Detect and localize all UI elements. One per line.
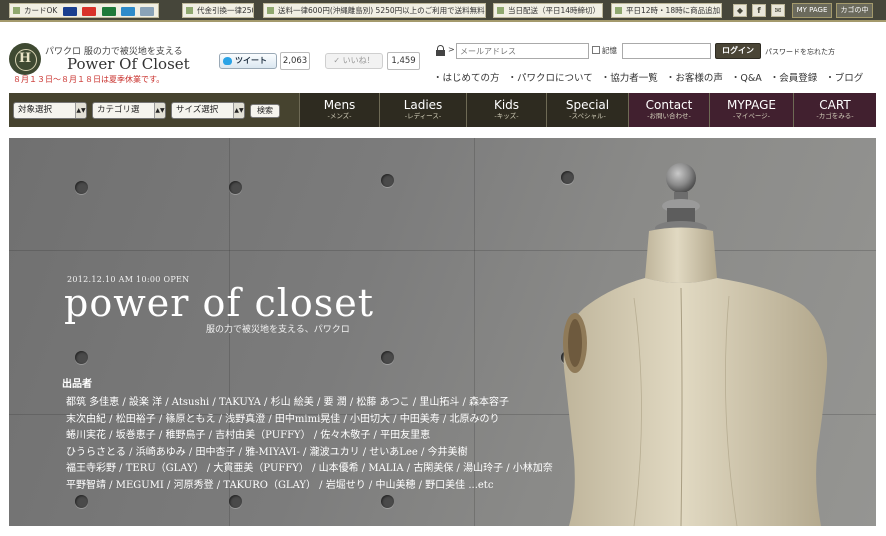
card-ok-badge: カードOK [9, 3, 159, 18]
sub-navigation: はじめての方 パワクロについて 協力者一覧 お客様の声 Q&A 会員登録 ブログ [433, 70, 864, 84]
master-card-icon [82, 6, 97, 16]
nav-mens-label: Mens [323, 98, 356, 112]
forgot-password-link[interactable]: パスワードを忘れた方 [765, 47, 835, 57]
like-count: 1,459 [387, 52, 420, 70]
search-area: 対象選択 ▲▼ カテゴリ選 ▲▼ サイズ選択 ▲▼ 検索 [9, 93, 299, 127]
nav-mypage-label: MYPAGE [726, 98, 777, 112]
select-arrow-icon: ▲▼ [233, 103, 244, 118]
main-navbar: 対象選択 ▲▼ カテゴリ選 ▲▼ サイズ選択 ▲▼ 検索 Mens -メンズ- L… [9, 93, 876, 127]
cod-text: 代金引換一律250円 [197, 6, 253, 15]
nav-mens-sub: -メンズ- [327, 112, 352, 120]
mail-icon[interactable]: ✉ [771, 4, 785, 17]
subnav-voices[interactable]: お客様の声 [666, 70, 723, 84]
subnav-partners[interactable]: 協力者一覧 [601, 70, 658, 84]
nav-contact-label: Contact [645, 98, 693, 112]
nav-ladies[interactable]: Ladies -レディース- [379, 93, 466, 127]
nav-mypage-sub: -マイページ- [732, 112, 771, 120]
hero-title: power of closet [64, 281, 375, 325]
artists-line: 蜷川実花 / 坂巻恵子 / 稚野鳥子 / 吉村由美（PUFFY） / 佐々木敬子… [66, 430, 431, 442]
subnav-blog[interactable]: ブログ [825, 70, 864, 84]
email-field[interactable] [456, 43, 589, 59]
size-select[interactable]: サイズ選択 ▲▼ [171, 102, 245, 119]
tweet-count: 2,063 [280, 52, 310, 70]
nav-kids[interactable]: Kids -キッズ- [466, 93, 546, 127]
nav-kids-sub: -キッズ- [494, 112, 519, 120]
nav-mens[interactable]: Mens -メンズ- [299, 93, 379, 127]
category-select-value: カテゴリ選 [97, 105, 140, 115]
login-button[interactable]: ログイン [715, 43, 761, 59]
nav-contact[interactable]: Contact -お問い合わせ- [628, 93, 709, 127]
cart-top-button[interactable]: カゴの中 [836, 3, 873, 18]
password-field[interactable] [622, 43, 711, 59]
subnav-about[interactable]: パワクロについて [508, 70, 593, 84]
sameday-text: 当日配送（平日14時締切） [508, 6, 601, 15]
select-arrow-icon: ▲▼ [75, 103, 86, 118]
nav-mypage[interactable]: MYPAGE -マイページ- [709, 93, 793, 127]
subnav-register[interactable]: 会員登録 [770, 70, 817, 84]
hero-banner[interactable]: 2012.12.10 AM 10:00 OPEN power of closet… [9, 138, 876, 526]
delivery-badge: 平日12時・18時に商品追加 [611, 3, 722, 18]
logo-name[interactable]: Power Of Closet [67, 55, 190, 73]
sameday-badge: 当日配送（平日14時締切） [493, 3, 603, 18]
artists-list: 都筑 多佳恵 / 設楽 洋 / Atsushi / TAKUYA / 杉山 絵美… [66, 395, 553, 495]
delivery-text: 平日12時・18時に商品追加 [626, 6, 721, 15]
shipping-text: 送料一律600円(沖縄離島別) 5250円以上のご利用で送料無料 [278, 6, 485, 15]
category-select[interactable]: カテゴリ選 ▲▼ [92, 102, 166, 119]
size-select-value: サイズ選択 [176, 105, 219, 115]
chevron-right-icon: > [448, 45, 455, 54]
select-arrow-icon: ▲▼ [154, 103, 165, 118]
search-button[interactable]: 検索 [250, 104, 280, 118]
tweet-label: ツイート [235, 56, 267, 65]
subnav-beginners[interactable]: はじめての方 [433, 70, 500, 84]
top-info-bar: カードOK 代金引換一律250円 送料一律600円(沖縄離島別) 5250円以上… [0, 0, 886, 22]
artists-line: 都筑 多佳恵 / 設楽 洋 / Atsushi / TAKUYA / 杉山 絵美… [66, 397, 510, 408]
diners-card-icon [140, 6, 155, 16]
holiday-notice: ８月１３日～８月１８日は夏季休業です。 [13, 75, 165, 84]
nav-special-sub: -スペシャル- [569, 112, 606, 120]
jcb-card-icon [101, 6, 116, 16]
nav-special[interactable]: Special -スペシャル- [546, 93, 628, 127]
remember-checkbox[interactable] [592, 46, 600, 54]
nav-contact-sub: -お問い合わせ- [647, 112, 691, 120]
nav-cart-sub: -カゴをみる- [816, 112, 854, 120]
bird-icon[interactable]: ◆ [733, 4, 747, 17]
shipping-badge: 送料一律600円(沖縄離島別) 5250円以上のご利用で送料無料 [263, 3, 486, 18]
nav-cart-label: CART [819, 98, 851, 112]
card-ok-label: カードOK [24, 6, 58, 15]
nav-special-label: Special [565, 98, 610, 112]
nav-ladies-label: Ladies [403, 98, 443, 112]
hero-tagline: 服の力で被災地を支える、パワクロ [206, 325, 350, 335]
cod-badge: 代金引換一律250円 [182, 3, 254, 18]
nav-cart[interactable]: CART -カゴをみる- [793, 93, 876, 127]
target-select[interactable]: 対象選択 ▲▼ [13, 102, 87, 119]
artists-line: ひうらさとる / 浜崎あゆみ / 田中杏子 / 雅-MIYAVI- / 瀧波ユカ… [66, 446, 468, 458]
like-button[interactable]: ✓ いいね！ [325, 53, 383, 69]
twitter-bird-icon [223, 57, 232, 65]
artists-line: 福王寺彩野 / TERU（GLAY） / 大貫亜美（PUFFY） / 山本優希 … [66, 463, 553, 475]
target-select-value: 対象選択 [18, 105, 53, 115]
artists-line: 末次由紀 / 松田裕子 / 篠原ともえ / 浅野真澄 / 田中mimi晃佳 / … [66, 413, 500, 425]
subnav-qa[interactable]: Q&A [731, 70, 761, 84]
artists-label: 出品者 [62, 379, 92, 390]
amex-card-icon [120, 6, 135, 16]
nav-ladies-sub: -レディース- [404, 112, 442, 120]
tweet-button[interactable]: ツイート [219, 53, 277, 69]
artists-line: 平野智靖 / MEGUMI / 河原秀登 / TAKURO（GLAY） / 岩堀… [66, 479, 494, 491]
visa-card-icon [62, 6, 77, 16]
nav-kids-label: Kids [493, 98, 520, 112]
remember-label: 記憶 [602, 46, 617, 55]
facebook-icon[interactable]: f [752, 4, 766, 17]
logo-letter[interactable]: H [9, 43, 41, 75]
mypage-top-button[interactable]: MY PAGE [792, 3, 832, 18]
lock-icon [436, 45, 445, 56]
